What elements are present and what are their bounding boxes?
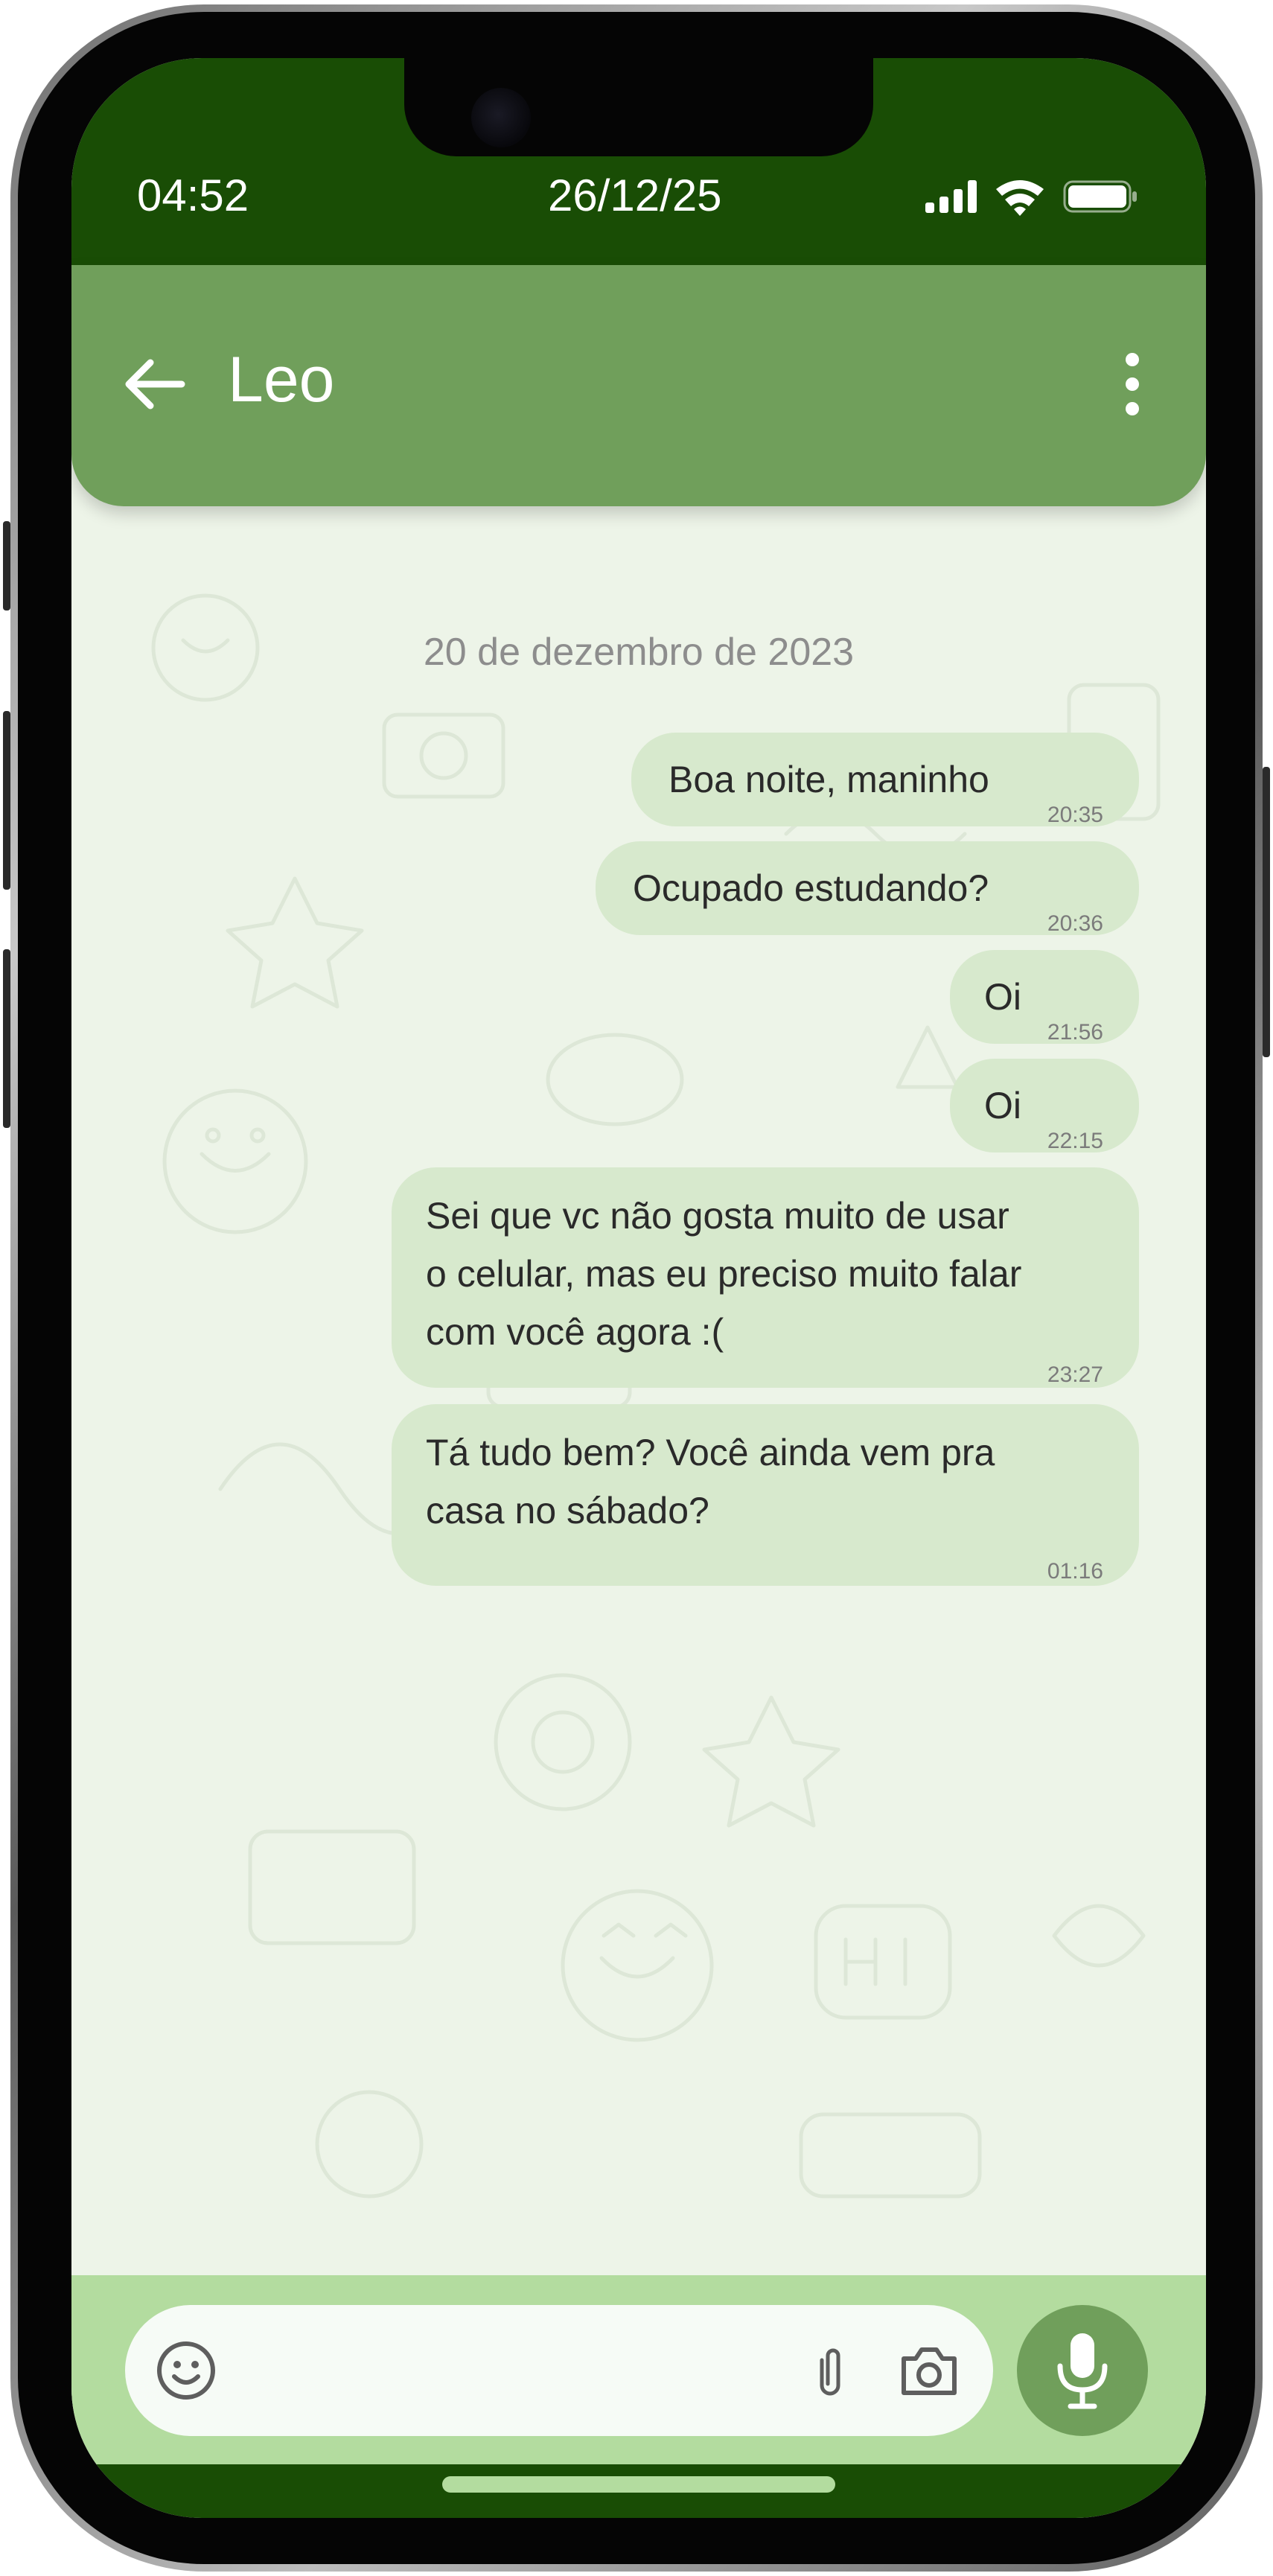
status-date: 26/12/25 [548, 170, 722, 220]
message-text: Oi [984, 976, 1021, 1018]
message-time: 20:36 [1047, 911, 1103, 936]
wifi-icon [996, 180, 1044, 216]
message-bubble[interactable]: Oi 22:15 [950, 1059, 1139, 1153]
phone-screen: 04:52 26/12/25 Leo 20 de dezembro de 202… [71, 58, 1206, 2518]
more-vertical-icon[interactable] [1121, 351, 1143, 418]
message-bubble[interactable]: Tá tudo bem? Você ainda vem pra casa no … [392, 1404, 1139, 1586]
side-button-left-volume-down [3, 949, 10, 1128]
message-text: Boa noite, maninho [669, 759, 989, 800]
status-time: 04:52 [137, 170, 249, 220]
microphone-button[interactable] [1017, 2305, 1148, 2436]
message-text: Ocupado estudando? [633, 867, 989, 909]
message-time: 21:56 [1047, 1020, 1103, 1045]
message-bubble[interactable]: Sei que vc não gosta muito de usar o cel… [392, 1167, 1139, 1388]
notch [404, 58, 873, 156]
message-time: 22:15 [1047, 1129, 1103, 1153]
status-icons [925, 177, 1139, 216]
side-button-right-power [1263, 767, 1270, 1057]
message-input-bar [71, 2275, 1206, 2464]
bottom-safe-area [71, 2464, 1206, 2518]
message-time: 01:16 [1047, 1559, 1103, 1584]
chat-header: Leo [71, 265, 1206, 506]
status-bar: 04:52 26/12/25 [71, 58, 1206, 265]
front-camera [471, 88, 531, 147]
side-button-left-silent [3, 521, 10, 610]
home-indicator[interactable] [442, 2476, 835, 2493]
contact-name[interactable]: Leo [228, 343, 335, 417]
side-button-left-volume-up [3, 711, 10, 890]
back-icon[interactable] [121, 351, 188, 418]
cellular-signal-icon [925, 180, 977, 213]
camera-icon[interactable] [899, 2342, 959, 2399]
message-time: 23:27 [1047, 1362, 1103, 1387]
message-bubble[interactable]: Boa noite, maninho 20:35 [631, 733, 1139, 827]
message-bubble[interactable]: Ocupado estudando? 20:36 [596, 841, 1139, 936]
message-text: Tá tudo bem? Você ainda vem pra casa no … [426, 1432, 995, 1531]
paperclip-icon[interactable] [811, 2344, 849, 2399]
microphone-icon [1057, 2333, 1108, 2409]
message-text: Sei que vc não gosta muito de usar o cel… [426, 1195, 1022, 1353]
emoji-icon[interactable] [155, 2339, 217, 2402]
message-bubble[interactable]: Oi 21:56 [950, 950, 1139, 1045]
message-time: 20:35 [1047, 803, 1103, 827]
message-text: Oi [984, 1085, 1021, 1126]
message-input[interactable] [125, 2305, 993, 2436]
date-separator: 20 de dezembro de 2023 [423, 631, 855, 674]
chat-area[interactable]: 20 de dezembro de 2023 Boa noite, maninh… [71, 506, 1206, 2275]
battery-icon [1063, 180, 1137, 213]
